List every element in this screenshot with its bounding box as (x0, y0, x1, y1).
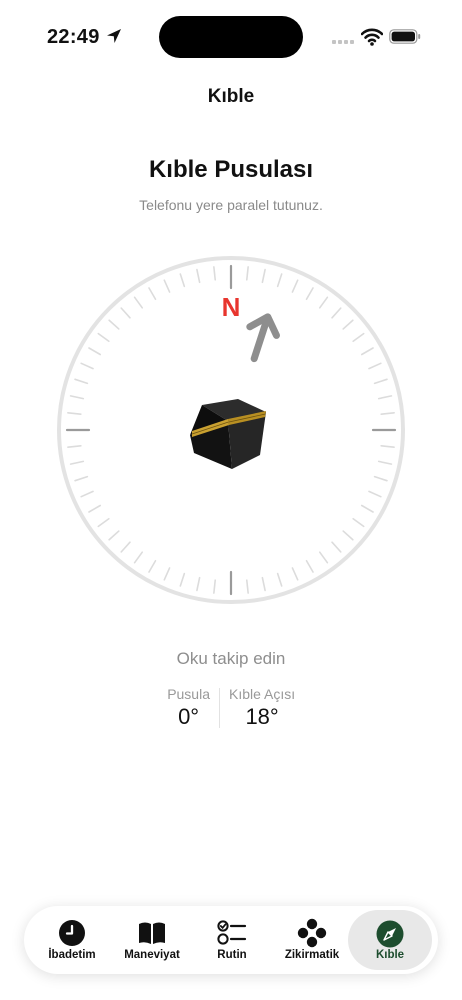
tab-label: Kıble (375, 949, 405, 961)
battery-icon (389, 29, 421, 44)
qibla-angle-stat: Kıble Açısı 18° (229, 686, 295, 730)
cellular-signal-icon (332, 40, 354, 44)
qibla-angle-label: Kıble Açısı (229, 686, 296, 702)
tab-rutin[interactable]: Rutin (192, 906, 272, 974)
location-arrow-icon (107, 29, 121, 43)
kaaba-icon (190, 399, 266, 469)
clock-icon (59, 920, 85, 946)
instruction-text: Oku takip edin (176, 649, 286, 668)
north-label: N (222, 292, 241, 322)
qibla-angle-value: 18° (245, 704, 279, 729)
tab-bar: İbadetim Maneviyat Rutin Zikirmatik Kıbl… (24, 906, 438, 974)
compass-icon (376, 920, 404, 948)
status-time: 22:49 (47, 26, 100, 48)
dots-icon (297, 918, 327, 948)
tab-label: Zikirmatik (284, 949, 340, 961)
compass-stat: Pusula 0° (167, 686, 210, 730)
tab-label: Maneviyat (124, 949, 180, 961)
page-title: Kıble Pusulası (148, 156, 314, 183)
tab-label: Rutin (217, 949, 247, 961)
tab-zikirmatik[interactable]: Zikirmatik (272, 906, 352, 974)
tab-kible[interactable]: Kıble (348, 910, 432, 970)
nav-title: Kıble (207, 86, 255, 107)
compass-stat-label: Pusula (167, 686, 210, 702)
page-subtitle: Telefonu yere paralel tutunuz. (139, 197, 323, 213)
dynamic-island (159, 16, 303, 58)
book-icon (139, 922, 165, 944)
tab-maneviyat[interactable]: Maneviyat (112, 906, 192, 974)
tab-ibadetim[interactable]: İbadetim (32, 906, 112, 974)
tab-label: İbadetim (48, 949, 96, 961)
wifi-icon (361, 28, 383, 46)
compass-stats: Pusula 0° Kıble Açısı 18° (0, 686, 462, 732)
compass-stat-value: 0° (178, 704, 200, 729)
checklist-icon (217, 920, 247, 945)
stats-divider (219, 688, 220, 728)
